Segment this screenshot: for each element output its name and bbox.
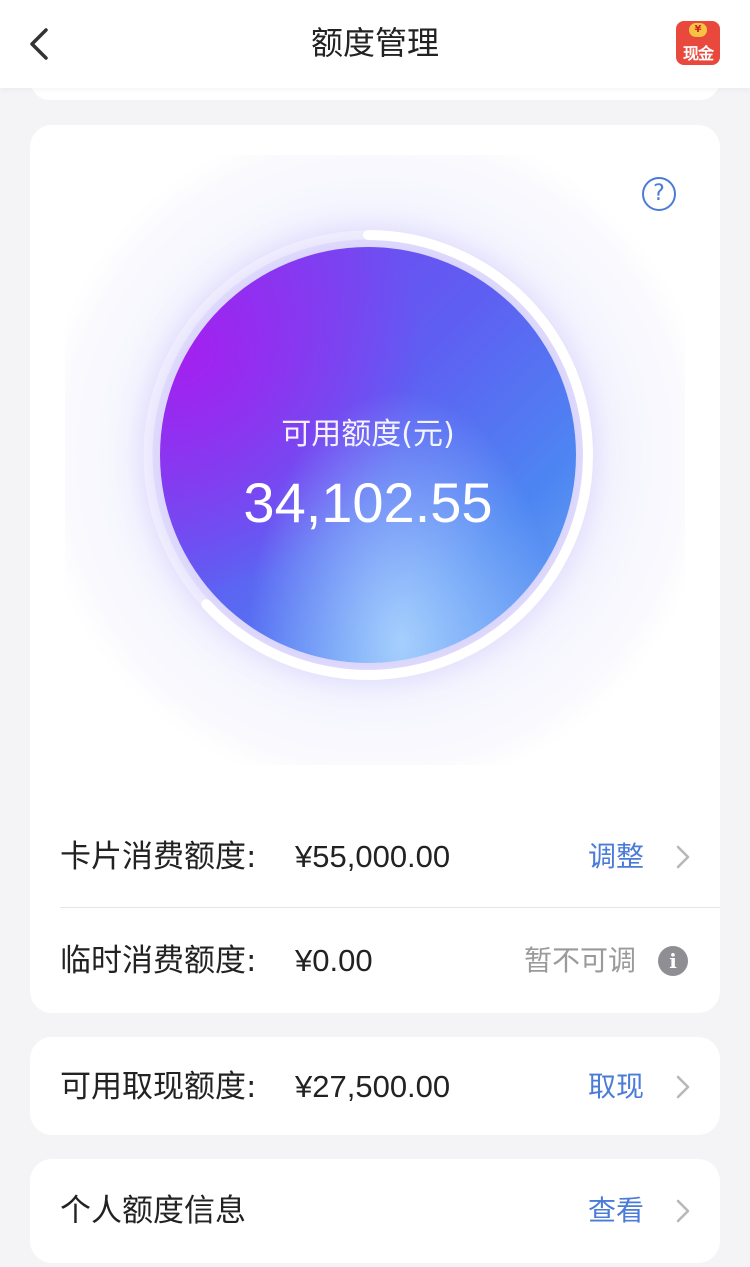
info-icon[interactable]: i	[658, 946, 688, 976]
available-limit-value: 34,102.55	[243, 471, 493, 534]
withdraw-limit-value: ¥27,500.00	[295, 1069, 451, 1104]
adjust-link[interactable]: 调整	[588, 805, 644, 909]
personal-limit-row[interactable]: 个人额度信息 查看	[30, 1159, 720, 1263]
available-limit-label: 可用额度(元)	[281, 417, 455, 452]
page-title: 额度管理	[310, 24, 439, 62]
temp-limit-value: ¥0.00	[295, 943, 373, 978]
withdraw-link[interactable]: 取现	[588, 1037, 644, 1137]
withdraw-limit-label: 可用取现额度:	[60, 1069, 257, 1105]
back-arrow-icon[interactable]	[22, 24, 58, 64]
chevron-right-icon	[676, 1199, 690, 1223]
card-limit-row[interactable]: 卡片消费额度: ¥55,000.00 调整	[30, 805, 720, 909]
limit-overview-card: 可用额度(元) 34,102.55 ? 卡片消费额度: ¥55,000.00 调…	[30, 125, 720, 1013]
withdraw-card: 可用取现额度: ¥27,500.00 取现	[30, 1037, 720, 1135]
temp-limit-status: 暂不可调	[523, 944, 636, 977]
gauge-progress-ring	[143, 230, 593, 680]
coin-icon: ¥	[689, 23, 707, 37]
card-limit-label: 卡片消费额度:	[60, 839, 257, 875]
temp-limit-label: 临时消费额度:	[60, 943, 257, 979]
view-link[interactable]: 查看	[588, 1159, 644, 1263]
help-icon[interactable]: ?	[642, 177, 676, 211]
cash-badge-label: 现金	[682, 44, 714, 63]
personal-limit-card: 个人额度信息 查看	[30, 1159, 720, 1263]
card-limit-value: ¥55,000.00	[295, 839, 451, 874]
chevron-right-icon	[676, 845, 690, 869]
row-divider	[60, 907, 720, 908]
navigation-bar: 额度管理 ¥ 现金	[0, 0, 750, 88]
withdraw-limit-row[interactable]: 可用取现额度: ¥27,500.00 取现	[30, 1037, 720, 1135]
cash-badge-icon[interactable]: ¥ 现金	[676, 21, 720, 65]
temp-limit-row: 临时消费额度: ¥0.00 暂不可调 i	[30, 909, 720, 1013]
credit-gauge: 可用额度(元) 34,102.55	[65, 155, 685, 765]
chevron-right-icon	[676, 1075, 690, 1099]
personal-limit-label: 个人额度信息	[60, 1193, 246, 1229]
